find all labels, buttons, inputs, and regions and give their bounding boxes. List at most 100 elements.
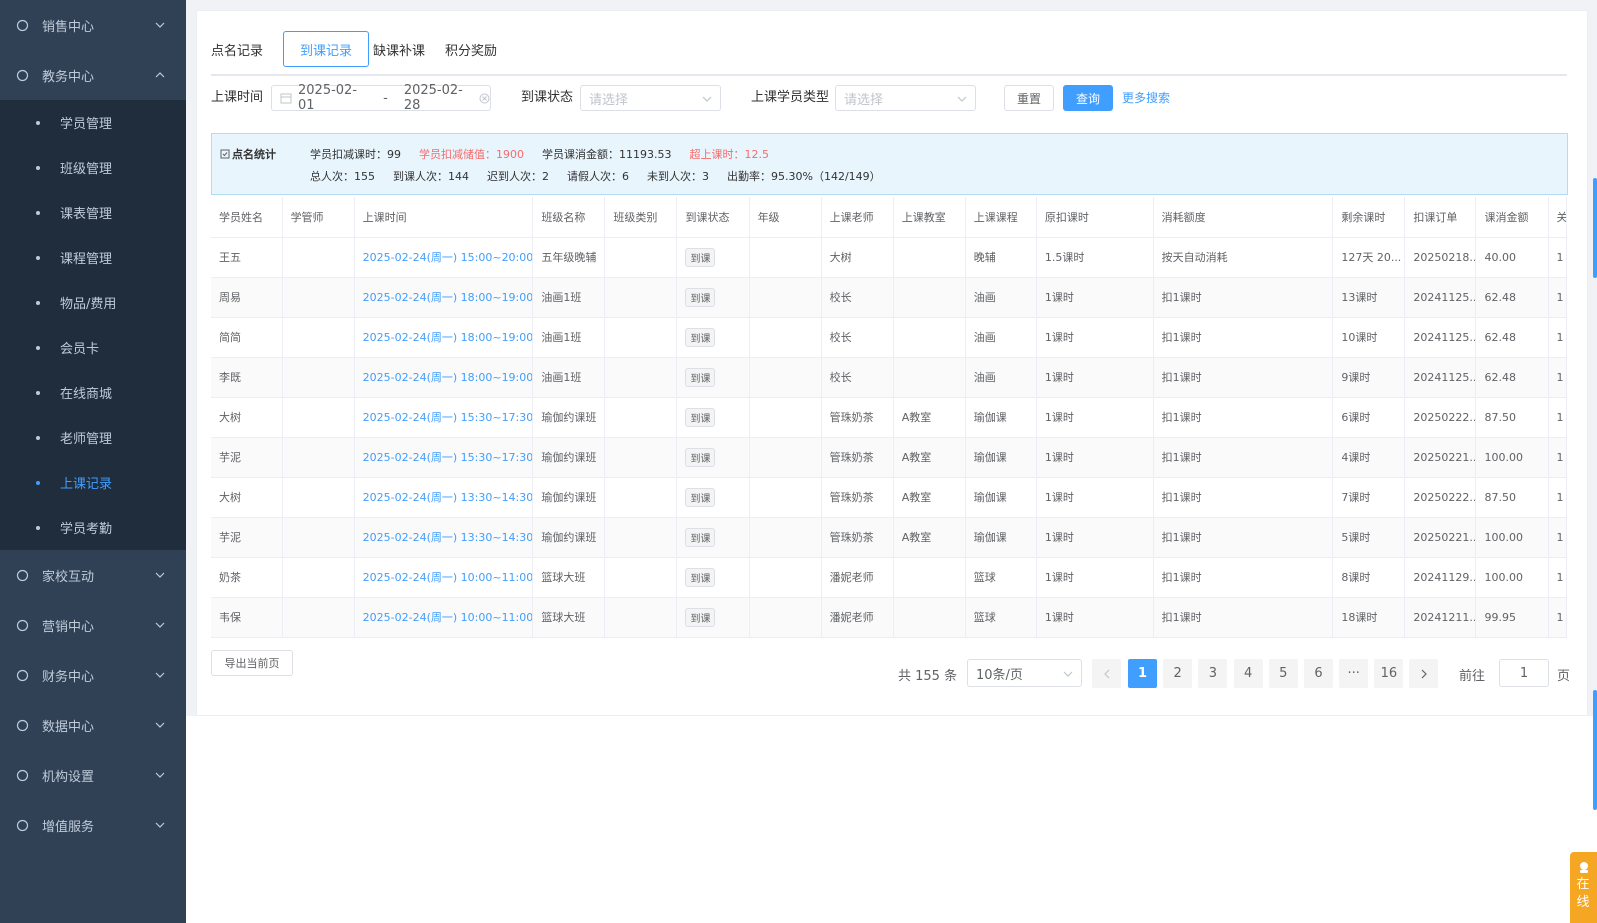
table-row[interactable]: 奶茶 2025-02-24(周一) 10:00~11:00 篮球大班 到课 潘妮老师 篮球… — [211, 557, 1568, 598]
status-select[interactable]: 请选择 — [580, 85, 721, 111]
table-cell — [604, 557, 678, 598]
column-header[interactable]: 学管师 — [282, 197, 355, 238]
sidebar-item[interactable]: 会员卡 — [0, 325, 186, 370]
next-page-button[interactable] — [1409, 659, 1438, 688]
sidebar-item[interactable]: 学员管理 — [0, 100, 186, 145]
table-row[interactable]: 简简 2025-02-24(周一) 18:00~19:00 油画1班 到课 校长 油画 1课… — [211, 317, 1568, 358]
column-header[interactable]: 上课时间 — [354, 197, 534, 238]
table-row[interactable]: 大树 2025-02-24(周一) 13:30~14:30 瑜伽约课班 到课 管珠奶茶 A… — [211, 477, 1568, 518]
more-search-link[interactable]: 更多搜索 — [1122, 81, 1170, 115]
sidebar-item[interactable]: 物品/费用 — [0, 280, 186, 325]
date-range-picker[interactable]: 2025-02-01 - 2025-02-28 — [271, 83, 491, 113]
clear-icon[interactable] — [479, 93, 490, 104]
sidebar-item[interactable]: 学员考勤 — [0, 505, 186, 550]
goto-page-input[interactable]: 1 — [1499, 659, 1549, 687]
column-header[interactable]: 学员姓名 — [211, 197, 283, 238]
column-header[interactable]: 班级名称 — [532, 197, 606, 238]
table-row[interactable]: 周易 2025-02-24(周一) 18:00~19:00 油画1班 到课 校长 油画 1课… — [211, 277, 1568, 318]
sidebar-menu-group[interactable]: 数据中心 — [0, 700, 186, 750]
column-header[interactable]: 消耗额度 — [1153, 197, 1334, 238]
table-cell: 87.50 — [1475, 397, 1549, 438]
share-icon — [14, 617, 30, 633]
prev-page-button[interactable] — [1092, 659, 1121, 688]
page-number-button[interactable]: ··· — [1339, 659, 1369, 688]
sidebar-item[interactable]: 老师管理 — [0, 415, 186, 460]
page-number-button[interactable]: 5 — [1268, 659, 1298, 688]
table-row[interactable]: 大树 2025-02-24(周一) 15:30~17:30 瑜伽约课班 到课 管珠奶茶 A… — [211, 397, 1568, 438]
sidebar-menu-group[interactable]: 教务中心 — [0, 50, 186, 100]
table-cell: 篮球大班 — [532, 557, 606, 598]
sidebar-item[interactable]: 班级管理 — [0, 145, 186, 190]
column-header[interactable]: 年级 — [749, 197, 822, 238]
table-cell[interactable]: 2025-02-24(周一) 15:30~17:30 — [354, 397, 534, 438]
content-card: 点名记录 到课记录 缺课补课 积分奖励 上课时间 2025-02-01 - 2025-… — [196, 10, 1588, 716]
reset-button[interactable]: 重置 — [1004, 85, 1054, 111]
column-header[interactable]: 原扣课时 — [1036, 197, 1154, 238]
table-cell[interactable]: 2025-02-24(周一) 10:00~11:00 — [354, 557, 534, 598]
table-cell: 扣1课时 — [1153, 397, 1334, 438]
table-cell — [749, 517, 822, 558]
search-button[interactable]: 查询 — [1063, 85, 1113, 111]
table-cell[interactable]: 2025-02-24(周一) 18:00~19:00 — [354, 317, 534, 358]
table-cell: 20250218... — [1404, 237, 1477, 278]
sidebar-menu-group[interactable]: 增值服务 — [0, 800, 186, 850]
table-cell[interactable]: 2025-02-24(周一) 13:30~14:30 — [354, 517, 534, 558]
table-row[interactable]: 芋泥 2025-02-24(周一) 15:30~17:30 瑜伽约课班 到课 管珠奶茶 A… — [211, 437, 1568, 478]
sidebar-menu-group[interactable]: 营销中心 — [0, 600, 186, 650]
column-header[interactable]: 剩余课时 — [1332, 197, 1406, 238]
sidebar-item[interactable]: 上课记录 — [0, 460, 186, 505]
column-header[interactable]: 课消金额 — [1475, 197, 1549, 238]
table-cell: 篮球大班 — [532, 597, 606, 638]
table-row[interactable]: 王五 2025-02-24(周一) 15:00~20:00 五年级晚辅 到课 大树 晚辅 1… — [211, 237, 1568, 278]
scroll-indicator[interactable] — [1593, 690, 1597, 810]
page-number-button[interactable]: 4 — [1233, 659, 1263, 688]
sidebar-item[interactable]: 课程管理 — [0, 235, 186, 280]
page-number-button[interactable]: 3 — [1198, 659, 1228, 688]
column-header[interactable]: 关 — [1548, 197, 1568, 238]
table-cell: 20250222... — [1404, 397, 1477, 438]
tab-item[interactable]: 到课记录 — [283, 31, 370, 67]
column-header[interactable]: 上课课程 — [965, 197, 1037, 238]
table-row[interactable]: 韦保 2025-02-24(周一) 10:00~11:00 篮球大班 到课 潘妮老师 篮球… — [211, 597, 1568, 638]
table-cell: 1 — [1548, 357, 1568, 398]
sidebar-item[interactable]: 课表管理 — [0, 190, 186, 235]
column-header[interactable]: 班级类别 — [604, 197, 678, 238]
online-service-button[interactable]: 在线 — [1570, 852, 1597, 923]
sidebar-menu-group[interactable]: 家校互动 — [0, 550, 186, 600]
table-cell[interactable]: 2025-02-24(周一) 18:00~19:00 — [354, 277, 534, 318]
table-cell — [893, 317, 966, 358]
student-type-select[interactable]: 请选择 — [835, 85, 976, 111]
sidebar-menu-group[interactable]: 财务中心 — [0, 650, 186, 700]
page-number-button[interactable]: 6 — [1304, 659, 1333, 688]
sidebar-item-label: 学员管理 — [60, 117, 113, 132]
tab-item[interactable]: 点名记录 — [211, 31, 279, 67]
table-cell[interactable]: 2025-02-24(周一) 18:00~19:00 — [354, 357, 534, 398]
sidebar-menu-group[interactable]: 机构设置 — [0, 750, 186, 800]
table-cell[interactable]: 2025-02-24(周一) 13:30~14:30 — [354, 477, 534, 518]
sidebar-item[interactable]: 在线商城 — [0, 370, 186, 415]
sidebar-menu-group[interactable]: 销售中心 — [0, 0, 186, 50]
column-header[interactable]: 上课老师 — [821, 197, 894, 238]
table-cell — [893, 597, 966, 638]
table-row[interactable]: 李既 2025-02-24(周一) 18:00~19:00 油画1班 到课 校长 油画 1课… — [211, 357, 1568, 398]
page-number-button[interactable]: 2 — [1163, 659, 1193, 688]
table-cell: 管珠奶茶 — [821, 477, 894, 518]
table-cell: 瑜伽约课班 — [532, 477, 606, 518]
table-cell: 油画 — [965, 317, 1037, 358]
table-cell[interactable]: 2025-02-24(周一) 15:00~20:00 — [354, 237, 534, 278]
status-badge: 到课 — [685, 527, 716, 547]
scroll-indicator[interactable] — [1593, 178, 1597, 278]
tab-item[interactable]: 积分奖励 — [445, 31, 513, 67]
table-cell[interactable]: 2025-02-24(周一) 10:00~11:00 — [354, 597, 534, 638]
tab-item[interactable]: 缺课补课 — [373, 31, 441, 67]
column-header[interactable]: 扣课订单 — [1404, 197, 1477, 238]
page-number-button[interactable]: 1 — [1128, 659, 1157, 688]
table-row[interactable]: 芋泥 2025-02-24(周一) 13:30~14:30 瑜伽约课班 到课 管珠奶茶 A… — [211, 517, 1568, 558]
column-header[interactable]: 上课教室 — [893, 197, 966, 238]
table-cell: 瑜伽课 — [965, 437, 1037, 478]
page-size-select[interactable]: 10条/页 — [967, 659, 1082, 687]
table-cell[interactable]: 2025-02-24(周一) 15:30~17:30 — [354, 437, 534, 478]
page-number-button[interactable]: 16 — [1374, 659, 1404, 688]
table-cell: 芋泥 — [211, 437, 283, 478]
column-header[interactable]: 到课状态 — [676, 197, 750, 238]
